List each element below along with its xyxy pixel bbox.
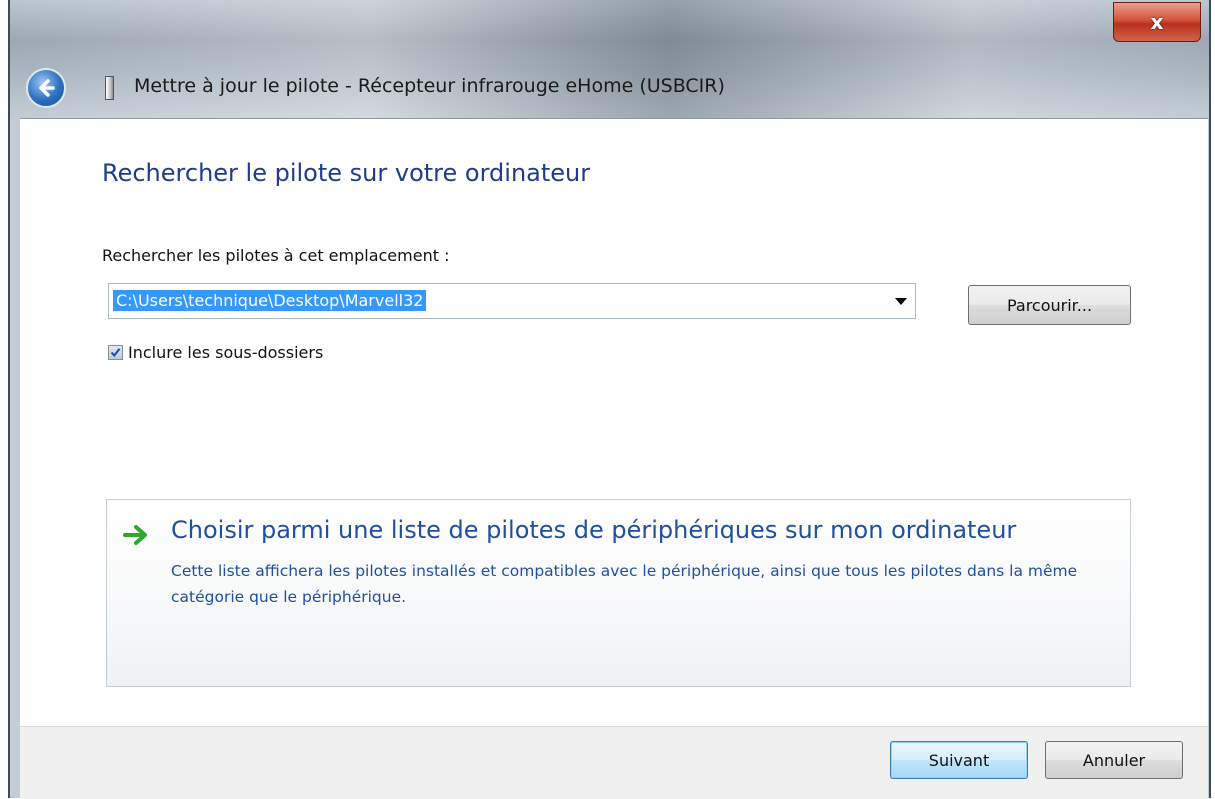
back-button[interactable] xyxy=(26,68,66,108)
green-arrow-icon xyxy=(123,525,147,545)
close-button[interactable]: x xyxy=(1113,2,1201,42)
location-input[interactable]: C:\Users\technique\Desktop\Marvell32 xyxy=(113,290,427,311)
choose-from-list-description: Cette liste affichera les pilotes instal… xyxy=(171,562,1078,606)
choose-from-list-title[interactable]: Choisir parmi une liste de pilotes de pé… xyxy=(171,516,1016,544)
include-subfolders-checkbox[interactable] xyxy=(108,345,123,360)
dialog-footer: Suivant Annuler xyxy=(20,726,1208,799)
choose-from-list-link[interactable]: Choisir parmi une liste de pilotes de pé… xyxy=(106,499,1131,687)
dialog-window: x Mettre à jour le pilote - Récepteur in… xyxy=(8,0,1211,799)
checkmark-icon xyxy=(110,348,121,358)
cancel-button[interactable]: Annuler xyxy=(1045,741,1183,779)
dropdown-arrow-icon[interactable] xyxy=(895,298,907,305)
include-subfolders-option[interactable]: Inclure les sous-dossiers xyxy=(108,343,323,362)
page-heading: Rechercher le pilote sur votre ordinateu… xyxy=(102,159,591,187)
title-bar xyxy=(10,0,1209,118)
include-subfolders-label: Inclure les sous-dossiers xyxy=(128,343,324,362)
next-button[interactable]: Suivant xyxy=(890,741,1028,779)
browse-button[interactable]: Parcourir... xyxy=(968,285,1131,325)
back-arrow-icon xyxy=(39,79,55,97)
window-title: Mettre à jour le pilote - Récepteur infr… xyxy=(134,75,725,97)
close-icon: x xyxy=(1150,10,1164,34)
content-area: Rechercher le pilote sur votre ordinateu… xyxy=(20,118,1208,726)
device-icon xyxy=(105,76,114,100)
location-label: Rechercher les pilotes à cet emplacement… xyxy=(102,246,450,265)
location-combobox[interactable]: C:\Users\technique\Desktop\Marvell32 xyxy=(108,283,916,319)
